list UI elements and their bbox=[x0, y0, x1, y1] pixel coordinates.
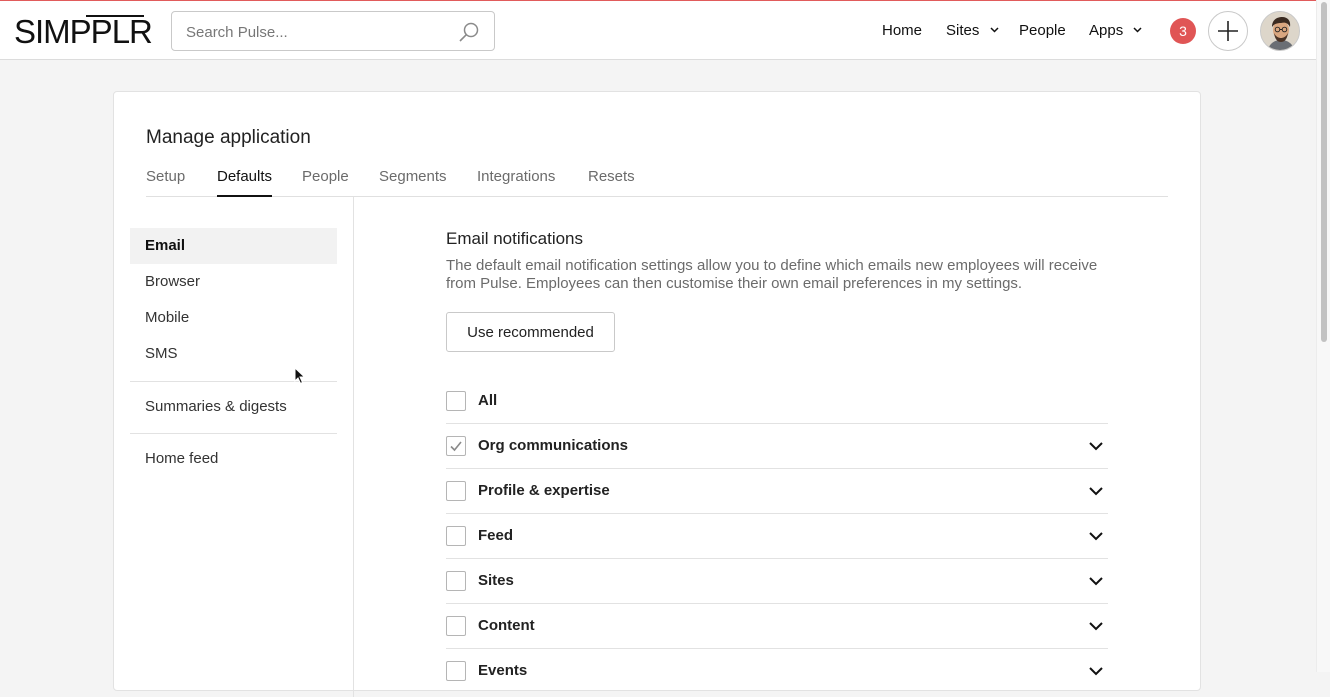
checkbox[interactable] bbox=[446, 481, 466, 501]
nav-home-label: Home bbox=[882, 22, 923, 39]
notification-row-org-communications: Org communications bbox=[446, 424, 1108, 469]
chevron-down-icon[interactable] bbox=[1088, 483, 1104, 499]
sidebar-divider bbox=[130, 433, 337, 434]
section-description: The default email notification settings … bbox=[446, 257, 1098, 292]
section-title: Email notifications bbox=[446, 229, 584, 248]
search-input[interactable] bbox=[186, 21, 446, 43]
notification-row-feed: Feed bbox=[446, 514, 1108, 559]
row-label: Sites bbox=[478, 572, 514, 589]
email-notifications-section: Email notifications The default email no… bbox=[446, 229, 1108, 681]
tab-defaults[interactable]: Defaults bbox=[217, 168, 273, 197]
page-title: Manage application bbox=[146, 127, 311, 148]
checkbox[interactable] bbox=[446, 436, 466, 456]
tab-segments[interactable]: Segments bbox=[379, 168, 447, 197]
nav-home[interactable]: Home bbox=[882, 22, 922, 39]
checkmark-icon bbox=[450, 441, 462, 452]
nav-apps[interactable]: Apps bbox=[1089, 22, 1142, 39]
notification-row-profile-expertise: Profile & expertise bbox=[446, 469, 1108, 514]
tab-integrations[interactable]: Integrations bbox=[477, 168, 555, 197]
user-avatar[interactable] bbox=[1260, 11, 1300, 51]
row-label: Profile & expertise bbox=[478, 482, 610, 499]
plus-icon bbox=[1218, 21, 1238, 41]
simpplr-logo[interactable]: SIMPPLR bbox=[14, 13, 153, 51]
scrollbar-thumb[interactable] bbox=[1321, 2, 1327, 342]
row-label: Feed bbox=[478, 527, 514, 544]
chevron-down-icon[interactable] bbox=[1088, 438, 1104, 454]
chevron-down-icon bbox=[990, 27, 999, 33]
defaults-sidebar: Email Browser Mobile SMS Summaries & dig… bbox=[130, 197, 354, 697]
sidebar-item-email[interactable]: Email bbox=[130, 228, 337, 264]
create-button[interactable] bbox=[1208, 11, 1248, 51]
checkbox[interactable] bbox=[446, 661, 466, 681]
chevron-down-icon[interactable] bbox=[1088, 573, 1104, 589]
sidebar-item-home-feed[interactable]: Home feed bbox=[130, 441, 337, 477]
tab-setup[interactable]: Setup bbox=[146, 168, 185, 197]
search-icon[interactable] bbox=[458, 21, 480, 43]
sidebar-item-mobile[interactable]: Mobile bbox=[130, 300, 337, 336]
top-navigation-bar: SIMPPLR Home Sites People Apps 3 bbox=[0, 0, 1316, 60]
row-label: Org communications bbox=[478, 437, 629, 454]
tab-resets[interactable]: Resets bbox=[588, 168, 635, 197]
use-recommended-button[interactable]: Use recommended bbox=[446, 312, 615, 352]
notification-badge[interactable]: 3 bbox=[1170, 18, 1196, 44]
nav-people[interactable]: People bbox=[1019, 22, 1066, 39]
chevron-down-icon[interactable] bbox=[1088, 663, 1104, 679]
sidebar-item-summaries-digests[interactable]: Summaries & digests bbox=[130, 389, 337, 425]
chevron-down-icon[interactable] bbox=[1088, 528, 1104, 544]
checkbox[interactable] bbox=[446, 571, 466, 591]
nav-sites-label: Sites bbox=[946, 22, 980, 39]
chevron-down-icon bbox=[1133, 27, 1142, 33]
checkbox[interactable] bbox=[446, 526, 466, 546]
checkbox[interactable] bbox=[446, 616, 466, 636]
tab-people[interactable]: People bbox=[302, 168, 349, 197]
search-box[interactable] bbox=[171, 11, 495, 51]
avatar-image bbox=[1261, 12, 1299, 50]
chevron-down-icon[interactable] bbox=[1088, 618, 1104, 634]
notification-row-sites: Sites bbox=[446, 559, 1108, 604]
manage-application-card: Manage application Setup Defaults People… bbox=[113, 91, 1201, 697]
row-label: All bbox=[478, 392, 498, 409]
logo-underline bbox=[86, 15, 144, 17]
nav-sites[interactable]: Sites bbox=[946, 22, 999, 39]
page-scrollbar[interactable] bbox=[1316, 0, 1330, 672]
nav-apps-label: Apps bbox=[1089, 22, 1124, 39]
tab-bar: Setup Defaults People Segments Integrati… bbox=[146, 168, 1168, 197]
row-label: Content bbox=[478, 617, 535, 634]
notification-row-content: Content bbox=[446, 604, 1108, 649]
notification-row-all: All bbox=[446, 379, 1108, 424]
row-label: Events bbox=[478, 662, 528, 679]
mouse-cursor-icon bbox=[294, 367, 306, 385]
nav-people-label: People bbox=[1019, 22, 1066, 39]
checkbox[interactable] bbox=[446, 391, 466, 411]
sidebar-item-browser[interactable]: Browser bbox=[130, 264, 337, 300]
